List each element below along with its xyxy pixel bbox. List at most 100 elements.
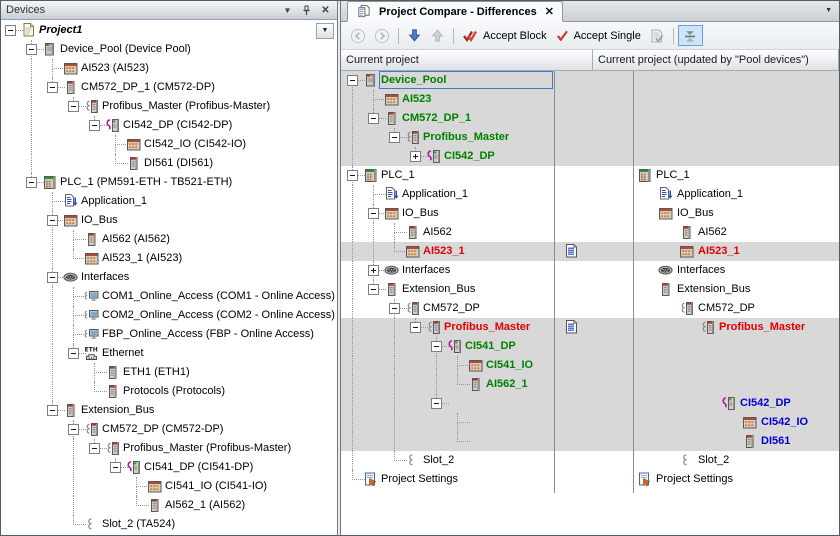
root-dropdown-button[interactable]: ▼ <box>316 23 334 39</box>
tab-project-compare[interactable]: Project Compare - Differences ✕ <box>347 1 563 22</box>
compare-left-cell[interactable]: Extension_Bus <box>341 280 554 299</box>
compare-row[interactable]: Slot_2 Slot_2 <box>341 451 839 470</box>
next-difference-button[interactable] <box>403 25 426 47</box>
compare-right-cell[interactable] <box>633 147 839 166</box>
tree-item[interactable]: AI523 (AI523) <box>1 59 337 78</box>
show-differences-toggle[interactable] <box>678 25 703 46</box>
nav-back-button[interactable] <box>346 25 370 47</box>
compare-right-cell[interactable]: IO_Bus <box>633 204 839 223</box>
tree-item[interactable]: FBP_Online_Access (FBP - Online Access) <box>1 325 337 344</box>
accept-single-button[interactable]: Accept Single <box>551 25 645 47</box>
compare-right-cell[interactable] <box>633 128 839 147</box>
tree-item[interactable]: COM2_Online_Access (COM2 - Online Access… <box>1 306 337 325</box>
compare-row[interactable]: AI523_1 AI523_1 <box>341 242 839 261</box>
tab-close-icon[interactable]: ✕ <box>545 5 554 18</box>
compare-left-cell[interactable]: CI541_DP <box>341 337 554 356</box>
compare-right-cell[interactable]: Extension_Bus <box>633 280 839 299</box>
tree-item[interactable]: AI562_1 (AI562) <box>1 496 337 515</box>
tree-item[interactable]: ETHEthernet <box>1 344 337 363</box>
tree-item[interactable]: Profibus_Master (Profibus-Master) <box>1 439 337 458</box>
compare-row[interactable]: CM572_DP_1 <box>341 109 839 128</box>
compare-left-cell[interactable]: Profibus_Master <box>341 128 554 147</box>
expand-toggle[interactable] <box>368 265 379 276</box>
tree-item[interactable]: CI541_DP (CI541-DP) <box>1 458 337 477</box>
tree-item[interactable]: Protocols (Protocols) <box>1 382 337 401</box>
compare-right-cell[interactable]: CM572_DP <box>633 299 839 318</box>
collapse-toggle[interactable] <box>347 170 358 181</box>
compare-right-cell[interactable]: DI561 <box>633 432 839 451</box>
tree-item[interactable]: Extension_Bus <box>1 401 337 420</box>
compare-left-cell[interactable] <box>341 394 554 413</box>
compare-right-cell[interactable]: PLC_1 <box>633 166 839 185</box>
tree-item[interactable]: IO_Bus <box>1 211 337 230</box>
compare-left-cell[interactable]: Profibus_Master <box>341 318 554 337</box>
collapse-toggle[interactable] <box>47 405 58 416</box>
tree-item[interactable]: Interfaces <box>1 268 337 287</box>
collapse-toggle[interactable] <box>26 177 37 188</box>
tree-item[interactable]: DI561 (DI561) <box>1 154 337 173</box>
compare-row[interactable]: CI542_IO <box>341 413 839 432</box>
collapse-toggle[interactable] <box>389 303 400 314</box>
compare-row[interactable]: IO_Bus IO_Bus <box>341 204 839 223</box>
collapse-toggle[interactable] <box>89 443 100 454</box>
tree-item[interactable]: CM572_DP_1 (CM572-DP) <box>1 78 337 97</box>
compare-right-cell[interactable] <box>633 356 839 375</box>
compare-left-cell[interactable]: AI562_1 <box>341 375 554 394</box>
previous-difference-button[interactable] <box>426 25 449 47</box>
accept-block-button[interactable]: Accept Block <box>458 25 551 47</box>
collapse-toggle[interactable] <box>368 113 379 124</box>
tree-item[interactable]: CI541_IO (CI541-IO) <box>1 477 337 496</box>
tree-item[interactable]: PLC_1 (PM591-ETH - TB521-ETH) <box>1 173 337 192</box>
compare-row[interactable]: Device_Pool <box>341 71 839 90</box>
compare-row[interactable]: Profibus_Master <box>341 128 839 147</box>
compare-left-cell[interactable] <box>341 413 554 432</box>
tree-item[interactable]: CI542_DP (CI542-DP) <box>1 116 337 135</box>
compare-right-cell[interactable]: Slot_2 <box>633 451 839 470</box>
compare-left-cell[interactable]: IO_Bus <box>341 204 554 223</box>
collapse-toggle[interactable] <box>26 44 37 55</box>
compare-left-cell[interactable]: Project Settings <box>341 470 554 489</box>
compare-right-cell[interactable] <box>633 375 839 394</box>
compare-right-cell[interactable]: Interfaces <box>633 261 839 280</box>
collapse-toggle[interactable] <box>68 348 79 359</box>
collapse-toggle[interactable] <box>431 341 442 352</box>
collapse-toggle[interactable] <box>110 462 121 473</box>
compare-row[interactable]: Interfaces Interfaces <box>341 261 839 280</box>
document-check-button[interactable] <box>645 25 669 47</box>
collapse-toggle[interactable] <box>431 398 442 409</box>
collapse-toggle[interactable] <box>47 272 58 283</box>
compare-right-cell[interactable]: AI523_1 <box>633 242 839 261</box>
compare-row[interactable]: Application_1Application_1 <box>341 185 839 204</box>
nav-forward-button[interactable] <box>370 25 394 47</box>
tree-item[interactable]: AI523_1 (AI523) <box>1 249 337 268</box>
tree-item[interactable]: Slot_2 (TA524) <box>1 515 337 534</box>
compare-left-cell[interactable]: Interfaces <box>341 261 554 280</box>
tree-item[interactable]: COM1_Online_Access (COM1 - Online Access… <box>1 287 337 306</box>
compare-right-cell[interactable]: CI542_IO <box>633 413 839 432</box>
collapse-toggle[interactable] <box>47 82 58 93</box>
tree-item[interactable]: Project1 <box>1 21 337 40</box>
compare-row[interactable]: CI541_IO <box>341 356 839 375</box>
compare-row[interactable]: AI562AI562 <box>341 223 839 242</box>
compare-row[interactable]: PLC_1 PLC_1 <box>341 166 839 185</box>
collapse-toggle[interactable] <box>410 322 421 333</box>
compare-left-cell[interactable] <box>341 432 554 451</box>
compare-row[interactable]: CM572_DPCM572_DP <box>341 299 839 318</box>
compare-left-cell[interactable]: Slot_2 <box>341 451 554 470</box>
compare-left-cell[interactable]: AI523_1 <box>341 242 554 261</box>
compare-row[interactable]: Profibus_Master Profibus_Master <box>341 318 839 337</box>
collapse-toggle[interactable] <box>89 120 100 131</box>
compare-left-cell[interactable]: AI562 <box>341 223 554 242</box>
compare-left-cell[interactable]: CI541_IO <box>341 356 554 375</box>
pin-icon[interactable] <box>300 4 313 17</box>
tree-item[interactable]: ETH1 (ETH1) <box>1 363 337 382</box>
compare-right-cell[interactable]: Profibus_Master <box>633 318 839 337</box>
collapse-toggle[interactable] <box>68 424 79 435</box>
tree-item[interactable]: Profibus_Master (Profibus-Master) <box>1 97 337 116</box>
collapse-toggle[interactable] <box>368 284 379 295</box>
tree-item[interactable]: CI542_IO (CI542-IO) <box>1 135 337 154</box>
compare-right-cell[interactable]: Application_1 <box>633 185 839 204</box>
compare-row[interactable]: CI542_DP <box>341 394 839 413</box>
compare-left-cell[interactable]: AI523 <box>341 90 554 109</box>
compare-left-cell[interactable]: PLC_1 <box>341 166 554 185</box>
